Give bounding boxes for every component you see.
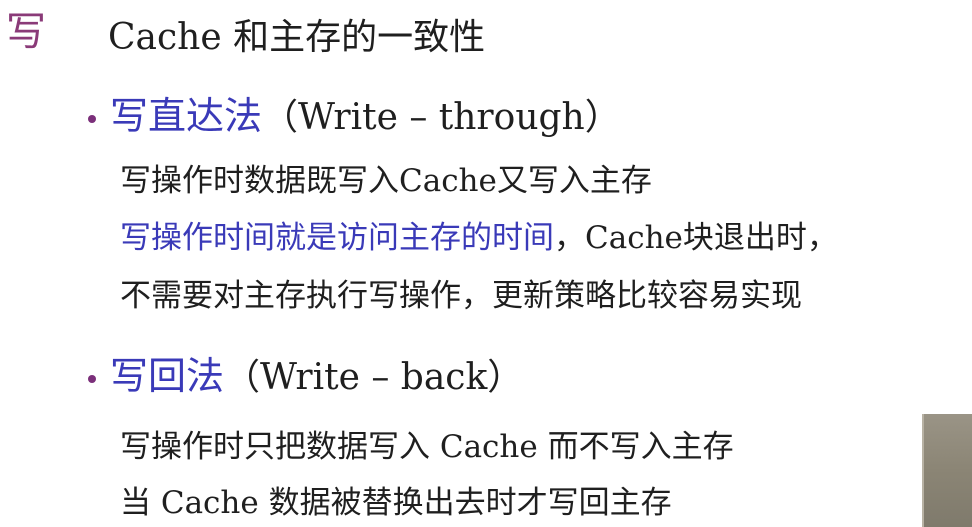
bullet-heading-cn: 写回法: [110, 354, 225, 398]
body-line: 不需要对主存执行写操作，更新策略比较容易实现: [120, 279, 802, 313]
section-marker: 写: [6, 9, 46, 55]
slide-canvas: 写 Cache 和主存的一致性 写直达法（Write – through） 写操…: [0, 0, 972, 527]
bullet-heading-en: （Write – through）: [262, 97, 621, 138]
bullet-dot-icon: [88, 114, 96, 123]
body-text: 写操作时数据既写入Cache又写入主存: [120, 163, 652, 199]
body-line: 写操作时间就是访问主存的时间，Cache块退出时，: [120, 221, 838, 255]
bullet-dot-icon: [88, 374, 96, 383]
body-text: 当 Cache 数据被替换出去时才写回主存: [120, 485, 672, 521]
body-line: 写操作时只把数据写入 Cache 而不写入主存: [120, 430, 734, 464]
body-line: 写操作时数据既写入Cache又写入主存: [120, 164, 652, 198]
bullet-heading-en: （Write – back）: [224, 357, 524, 398]
slide-title: Cache 和主存的一致性: [108, 17, 486, 58]
bullet-heading-cn: 写直达法: [110, 94, 263, 138]
presenter-video-thumbnail: [922, 414, 972, 527]
body-text: ，Cache块退出时，: [554, 220, 838, 256]
highlighted-text: 写操作时间就是访问主存的时间: [120, 220, 554, 256]
bullet-write-through: 写直达法（Write – through）: [88, 94, 621, 138]
body-text: 不需要对主存执行写操作，更新策略比较容易实现: [120, 278, 802, 314]
bullet-write-back: 写回法（Write – back）: [88, 354, 524, 398]
body-line: 当 Cache 数据被替换出去时才写回主存: [120, 486, 672, 520]
body-text: 写操作时只把数据写入 Cache 而不写入主存: [120, 429, 734, 465]
